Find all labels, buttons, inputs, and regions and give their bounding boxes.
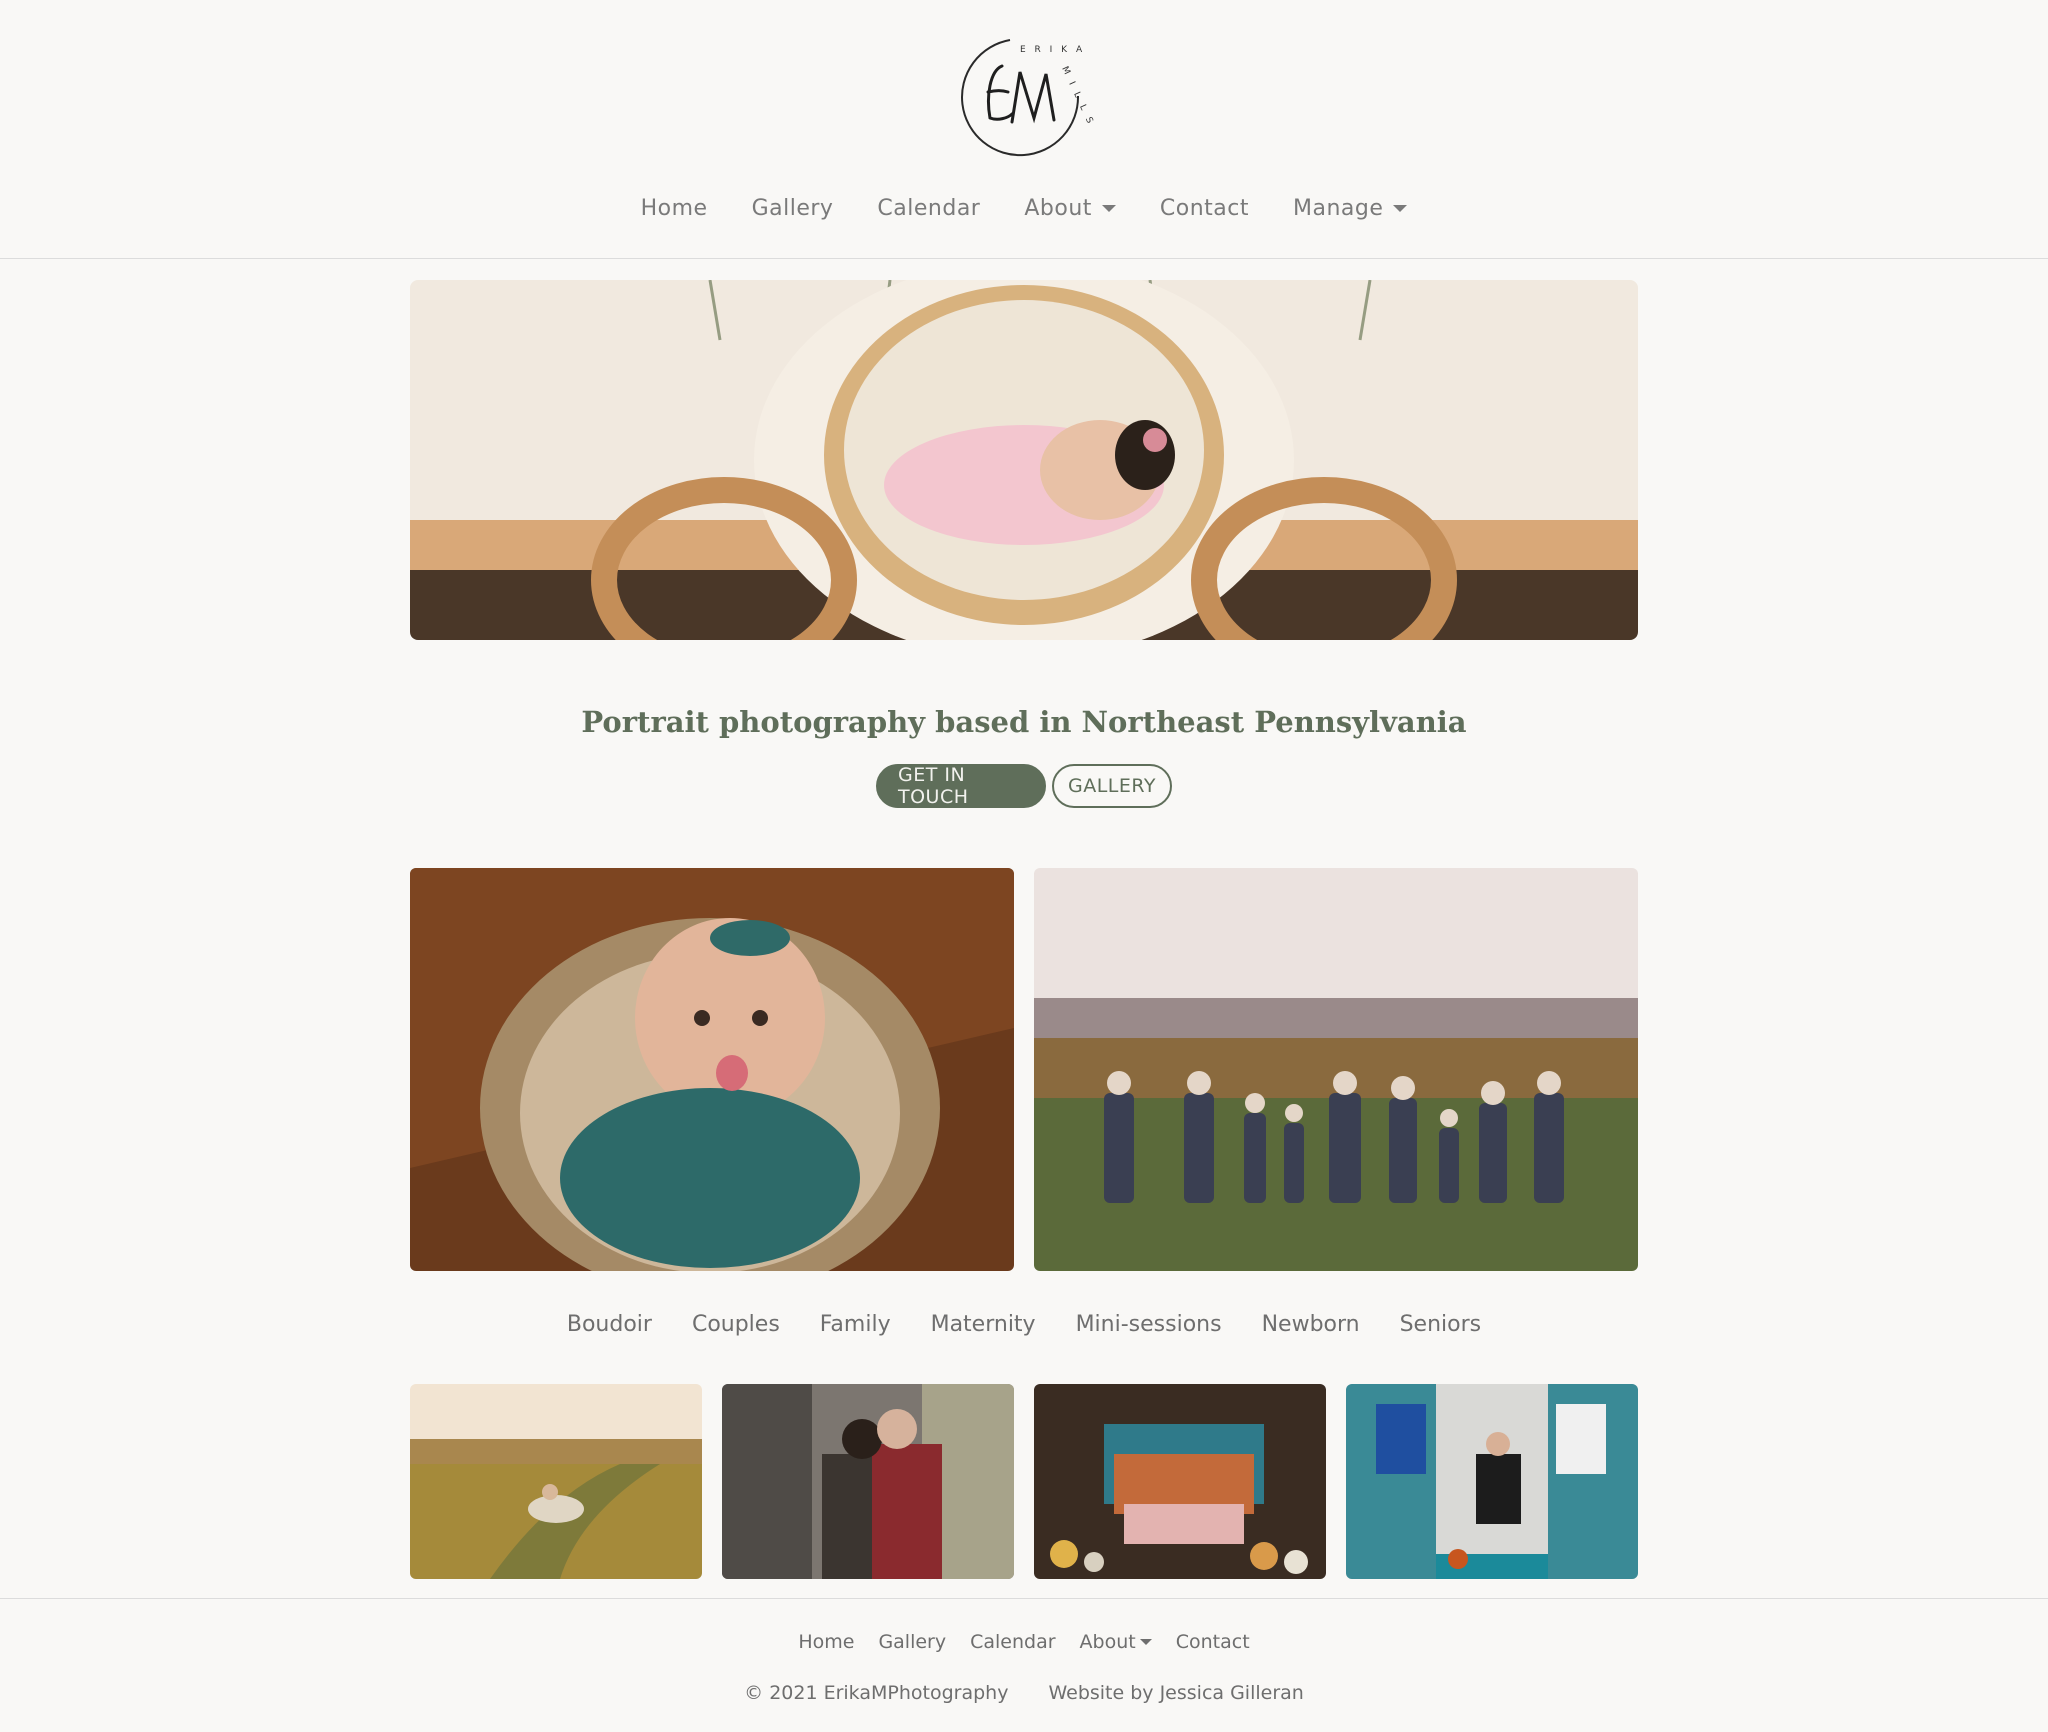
category-family[interactable]: Family: [820, 1312, 891, 1337]
nav-manage-label: Manage: [1293, 196, 1384, 221]
nav-home-label: Home: [640, 196, 708, 221]
footer-nav: Home Gallery Calendar About Contact: [0, 1631, 2048, 1653]
featured-photo-family[interactable]: [1034, 868, 1638, 1271]
nav-home[interactable]: Home: [635, 196, 714, 221]
category-links: Boudoir Couples Family Maternity Mini-se…: [0, 1312, 2048, 1337]
logo-graphic: E R I K A M I L L S: [961, 39, 1096, 157]
footer-nav-contact[interactable]: Contact: [1176, 1631, 1250, 1653]
caret-down-icon: [1101, 205, 1116, 212]
brand-logo[interactable]: E R I K A M I L L S: [950, 26, 1096, 168]
site-header: E R I K A M I L L S Home Gallery Calenda…: [0, 0, 2048, 259]
thumbnail-senior-locker[interactable]: [1346, 1384, 1638, 1579]
cta-buttons: GET IN TOUCH GALLERY: [0, 764, 2048, 808]
website-credit-link[interactable]: Website by Jessica Gilleran: [1048, 1682, 1303, 1704]
footer-credits: © 2021 ErikaMPhotography Website by Jess…: [0, 1682, 2048, 1704]
category-boudoir[interactable]: Boudoir: [567, 1312, 652, 1337]
category-seniors[interactable]: Seniors: [1400, 1312, 1482, 1337]
main-nav: Home Gallery Calendar About Contact Mana…: [0, 196, 2048, 221]
featured-photo-newborn[interactable]: [410, 868, 1014, 1271]
category-maternity[interactable]: Maternity: [931, 1312, 1036, 1337]
category-couples[interactable]: Couples: [692, 1312, 780, 1337]
nav-contact[interactable]: Contact: [1154, 196, 1255, 221]
nav-manage-dropdown[interactable]: Manage: [1287, 196, 1413, 221]
gallery-button[interactable]: GALLERY: [1052, 764, 1172, 808]
thumbnail-couple-embrace[interactable]: [722, 1384, 1014, 1579]
nav-calendar-label: Calendar: [877, 196, 981, 221]
footer-nav-about-label: About: [1079, 1631, 1136, 1653]
footer-nav-about-dropdown[interactable]: About: [1080, 1631, 1152, 1653]
caret-down-icon: [1139, 1639, 1152, 1645]
hero-image: [410, 280, 1638, 640]
copyright-text: © 2021 ErikaMPhotography: [744, 1682, 1009, 1704]
footer-nav-calendar[interactable]: Calendar: [970, 1631, 1055, 1653]
thumbnail-family-truck[interactable]: [1034, 1384, 1326, 1579]
nav-calendar[interactable]: Calendar: [871, 196, 986, 221]
category-newborn[interactable]: Newborn: [1262, 1312, 1360, 1337]
thumbnail-couple-meadow[interactable]: [410, 1384, 702, 1579]
get-in-touch-button[interactable]: GET IN TOUCH: [876, 764, 1046, 808]
footer-nav-home[interactable]: Home: [798, 1631, 854, 1653]
svg-text:M I L L S: M I L L S: [1059, 65, 1095, 128]
category-mini-sessions[interactable]: Mini-sessions: [1076, 1312, 1222, 1337]
nav-gallery-label: Gallery: [751, 196, 834, 221]
nav-contact-label: Contact: [1159, 196, 1249, 221]
nav-gallery[interactable]: Gallery: [746, 196, 840, 221]
site-footer: Home Gallery Calendar About Contact © 20…: [0, 1598, 2048, 1732]
caret-down-icon: [1393, 205, 1408, 212]
page-tagline: Portrait photography based in Northeast …: [581, 705, 1467, 739]
nav-about-dropdown[interactable]: About: [1018, 196, 1122, 221]
svg-text:E R I K A: E R I K A: [1020, 45, 1085, 55]
footer-nav-gallery[interactable]: Gallery: [878, 1631, 946, 1653]
nav-about-label: About: [1024, 196, 1092, 221]
